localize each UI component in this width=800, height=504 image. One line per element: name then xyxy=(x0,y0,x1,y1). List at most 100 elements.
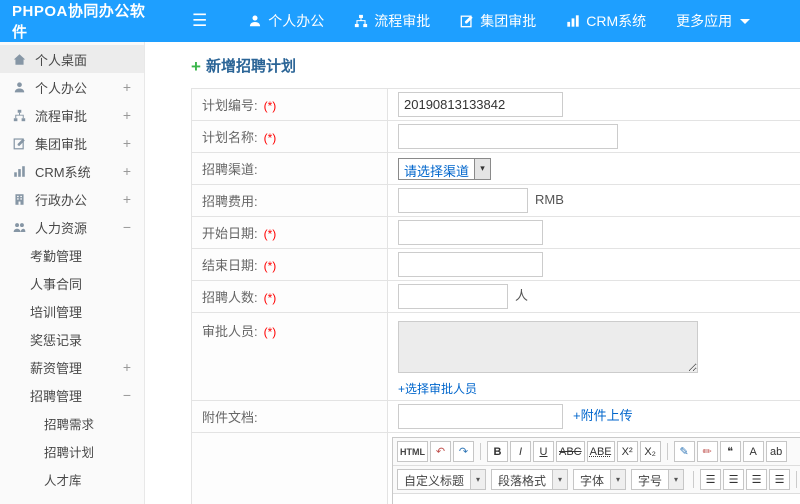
approver-textarea[interactable] xyxy=(398,321,698,373)
sidebar-item-workflow[interactable]: 流程审批 + xyxy=(0,101,144,129)
app-window: PHPOA协同办公软件 ☰ 个人办公 流程审批 集团审批 CRM系统 更多应用 … xyxy=(0,0,800,504)
nav-crm-system[interactable]: CRM系统 xyxy=(551,0,661,42)
bold-button[interactable]: B xyxy=(487,441,508,462)
plan-no-input[interactable] xyxy=(398,92,563,117)
label-cell: 附件文档: xyxy=(191,400,388,433)
editor-content-area[interactable] xyxy=(393,494,800,504)
field-label: 开始日期: xyxy=(202,226,258,241)
hamburger-menu-icon[interactable]: ☰ xyxy=(178,11,221,31)
nav-more-apps[interactable]: 更多应用 xyxy=(661,0,765,42)
form-row-approver: 审批人员: (*) +选择审批人员 xyxy=(191,312,800,401)
sidebar-item-recruitment-mgmt[interactable]: 招聘管理 − xyxy=(0,381,144,409)
sidebar-item-talent-pool[interactable]: 人才库 xyxy=(0,465,144,493)
blockquote-button[interactable]: ❝ xyxy=(719,441,741,462)
field-cell xyxy=(387,248,800,281)
sidebar-item-salary[interactable]: 薪资管理 + xyxy=(0,353,144,381)
align-left-button[interactable]: ☰ xyxy=(700,469,722,490)
end-date-input[interactable] xyxy=(398,252,543,277)
sidebar-item-admin-office[interactable]: 行政办公 + xyxy=(0,185,144,213)
headcount-input[interactable] xyxy=(398,284,508,309)
font-family-select[interactable]: 字体 ▾ xyxy=(573,469,627,490)
redo-button[interactable]: ↷ xyxy=(453,441,474,462)
align-right-button[interactable]: ☰ xyxy=(746,469,768,490)
plan-name-input[interactable] xyxy=(398,124,618,149)
paragraph-format-select[interactable]: 段落格式 ▾ xyxy=(491,469,569,490)
nav-personal-office[interactable]: 个人办公 xyxy=(233,0,339,42)
sidebar-item-crm[interactable]: CRM系统 + xyxy=(0,157,144,185)
fee-input[interactable] xyxy=(398,188,528,213)
required-mark: (*) xyxy=(263,99,277,113)
label-cell xyxy=(191,432,388,504)
sidebar-item-recruitment-demand[interactable]: 招聘需求 xyxy=(0,409,144,437)
subscript-button[interactable]: X₂ xyxy=(639,441,661,462)
abe-format-button[interactable]: ABE xyxy=(586,441,615,462)
font-size-value: 字号 xyxy=(638,474,663,488)
strikethrough-button[interactable]: ABC xyxy=(556,441,585,462)
nav-group-approval[interactable]: 集团审批 xyxy=(445,0,551,42)
expand-toggle[interactable]: + xyxy=(123,360,131,374)
sidebar-item-recruitment-plan[interactable]: 招聘计划 xyxy=(0,437,144,465)
background-color-button[interactable]: ab xyxy=(765,441,787,462)
custom-heading-select[interactable]: 自定义标题 ▾ xyxy=(397,469,487,490)
font-size-select[interactable]: 字号 ▾ xyxy=(631,469,685,490)
format-painter-icon[interactable]: ✎ xyxy=(673,441,695,462)
sidebar-item-hr-contract[interactable]: 人事合同 xyxy=(0,269,144,297)
toolbar-separator xyxy=(666,443,668,460)
underline-button[interactable]: U xyxy=(533,441,554,462)
sidebar-item-group-approval[interactable]: 集团审批 + xyxy=(0,129,144,157)
expand-toggle[interactable]: + xyxy=(123,80,131,94)
toolbar-separator xyxy=(796,471,798,488)
highlight-pen-icon[interactable]: ✏ xyxy=(696,441,718,462)
html-source-button[interactable]: HTML xyxy=(397,441,428,462)
sidebar-item-training[interactable]: 培训管理 xyxy=(0,297,144,325)
field-label: 计划名称: xyxy=(202,130,258,145)
sidebar-item-hr[interactable]: 人力资源 − xyxy=(0,213,144,241)
italic-button[interactable]: I xyxy=(510,441,531,462)
font-color-button[interactable]: A xyxy=(742,441,764,462)
undo-button[interactable]: ↶ xyxy=(430,441,451,462)
attachment-upload-link[interactable]: +附件上传 xyxy=(573,408,633,423)
sidebar-item-rewards[interactable]: 奖惩记录 xyxy=(0,325,144,353)
start-date-input[interactable] xyxy=(398,220,543,245)
sidebar-item-personal-office[interactable]: 个人办公 + xyxy=(0,73,144,101)
expand-toggle[interactable]: − xyxy=(123,220,131,234)
page-title-text: 新增招聘计划 xyxy=(205,58,296,75)
expand-toggle[interactable]: + xyxy=(123,136,131,150)
field-cell: RMB xyxy=(387,184,800,217)
app-logo[interactable]: PHPOA协同办公软件 xyxy=(0,0,168,42)
field-cell xyxy=(387,120,800,153)
expand-toggle[interactable]: + xyxy=(123,108,131,122)
align-center-button[interactable]: ☰ xyxy=(723,469,745,490)
sidebar-item-attendance[interactable]: 考勤管理 xyxy=(0,241,144,269)
sidebar-item-desktop[interactable]: 个人桌面 xyxy=(0,45,144,73)
attachment-input[interactable] xyxy=(398,404,563,429)
sidebar-item-label: 人事合同 xyxy=(30,276,83,292)
superscript-button[interactable]: X² xyxy=(616,441,638,462)
caret-down-icon: ▾ xyxy=(668,470,684,489)
nav-label: 更多应用 xyxy=(676,13,733,29)
expand-toggle[interactable]: − xyxy=(123,388,131,402)
topbar: PHPOA协同办公软件 ☰ 个人办公 流程审批 集团审批 CRM系统 更多应用 xyxy=(0,0,800,42)
label-cell: 结束日期: (*) xyxy=(191,248,388,281)
expand-toggle[interactable]: + xyxy=(123,192,131,206)
required-mark: (*) xyxy=(263,131,277,145)
label-cell: 招聘费用: xyxy=(191,184,388,217)
sidebar: 个人桌面 个人办公 + 流程审批 + 集团审批 + CRM系统 + 行政办公 +… xyxy=(0,42,145,504)
main-content: +新增招聘计划 计划编号: (*) 计划名称: (*) xyxy=(146,42,800,504)
add-plus-icon: + xyxy=(191,57,201,76)
required-mark: (*) xyxy=(263,259,277,273)
field-cell: 人 xyxy=(387,280,800,313)
nav-workflow-approval[interactable]: 流程审批 xyxy=(339,0,445,42)
expand-toggle[interactable]: + xyxy=(123,164,131,178)
field-label: 招聘渠道: xyxy=(202,162,258,177)
form-row-headcount: 招聘人数: (*) 人 xyxy=(191,280,800,313)
field-cell: 请选择渠道 ▾ xyxy=(387,152,800,185)
form-row-plan-no: 计划编号: (*) xyxy=(191,88,800,121)
align-justify-button[interactable]: ☰ xyxy=(769,469,791,490)
sidebar-item-label: 招聘需求 xyxy=(44,417,95,432)
choose-approver-link[interactable]: +选择审批人员 xyxy=(398,380,477,397)
channel-select[interactable]: 请选择渠道 ▾ xyxy=(398,157,492,180)
nav-label: 集团审批 xyxy=(480,13,537,29)
edit-square-icon xyxy=(460,14,474,28)
form-row-plan-name: 计划名称: (*) xyxy=(191,120,800,153)
